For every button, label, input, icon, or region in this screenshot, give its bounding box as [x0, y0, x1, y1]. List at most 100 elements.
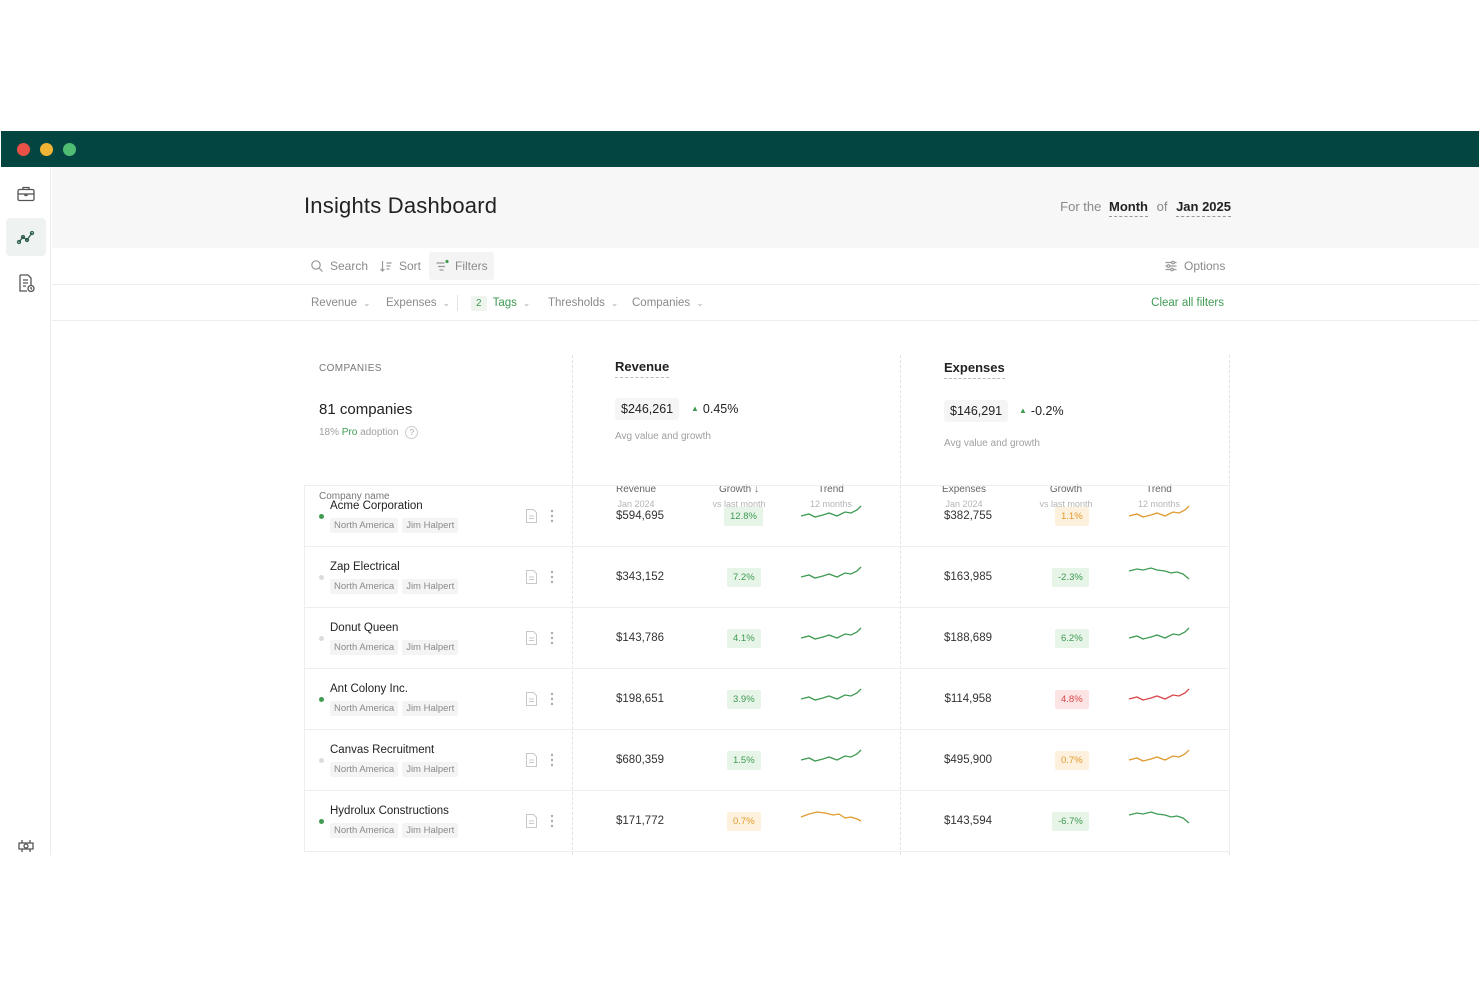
expenses-value: $382,755: [944, 510, 992, 522]
expenses-avg-value: $146,291: [944, 400, 1009, 422]
search-button[interactable]: Search: [310, 248, 368, 284]
trend-sparkline: [800, 811, 862, 822]
expenses-growth-badge: 6.2%: [1055, 629, 1089, 648]
more-vertical-icon[interactable]: [550, 752, 554, 768]
sparkline-path: [800, 505, 862, 518]
expenses-growth-badge: 1.1%: [1055, 507, 1089, 526]
help-icon[interactable]: ?: [405, 426, 419, 439]
sparkline-path: [1128, 505, 1190, 518]
revenue-growth-badge: 12.8%: [724, 507, 763, 526]
insights-table: COMPANIES 81 companies 18% Pro adoption …: [304, 321, 1230, 855]
document-icon[interactable]: [525, 813, 538, 829]
adoption-suffix: adoption: [360, 427, 399, 438]
revenue-value: $343,152: [616, 571, 664, 583]
more-vertical-icon[interactable]: [550, 691, 554, 707]
sparkline-path: [1128, 811, 1190, 824]
minimize-window-button[interactable]: [40, 143, 53, 156]
sidebar-item-settings[interactable]: [6, 835, 46, 855]
maximize-window-button[interactable]: [63, 143, 76, 156]
trend-sparkline: [1128, 505, 1190, 518]
expenses-section-title[interactable]: Expenses: [944, 360, 1005, 379]
tags-count-badge: 2: [471, 295, 487, 311]
sidebar-item-insights[interactable]: [6, 218, 46, 256]
status-dot: [319, 697, 324, 702]
revenue-value: $594,695: [616, 510, 664, 522]
document-icon[interactable]: [525, 569, 538, 585]
filter-thresholds-label: Thresholds: [548, 297, 605, 309]
owner-tag: Jim Halpert: [402, 640, 459, 655]
expenses-value: $188,689: [944, 632, 992, 644]
table-row[interactable]: Ant Colony Inc. North America Jim Halpert $…: [304, 669, 1230, 730]
table-row[interactable]: Donut Queen North America Jim Halpert $143,…: [304, 608, 1230, 669]
document-icon[interactable]: [525, 752, 538, 768]
company-name[interactable]: Hydrolux Constructions: [330, 805, 449, 817]
company-name[interactable]: Zap Electrical: [330, 561, 400, 573]
filter-companies-label: Companies: [632, 297, 691, 309]
company-name[interactable]: Acme Corporation: [330, 500, 423, 512]
document-icon[interactable]: [525, 630, 538, 646]
adoption-plan: Pro: [341, 427, 358, 438]
sort-icon: [380, 261, 392, 272]
more-vertical-icon[interactable]: [550, 569, 554, 585]
expenses-growth-badge: 0.7%: [1055, 751, 1089, 770]
revenue-section-title[interactable]: Revenue: [615, 359, 670, 378]
search-label: Search: [330, 259, 369, 273]
period-unit-dropdown[interactable]: Month: [1108, 199, 1148, 217]
clear-filters-link[interactable]: Clear all filters: [1151, 285, 1224, 321]
sidebar-item-reports[interactable]: [6, 264, 46, 302]
expenses-value: $495,900: [944, 754, 992, 766]
company-name[interactable]: Canvas Recruitment: [330, 744, 434, 756]
table-row[interactable]: Canvas Recruitment North America Jim Halpe…: [304, 730, 1230, 791]
more-vertical-icon[interactable]: [550, 508, 554, 524]
page-title: Insights Dashboard: [304, 193, 498, 218]
close-window-button[interactable]: [17, 143, 30, 156]
filter-expenses[interactable]: Expenses ⌄: [386, 285, 450, 321]
company-tags: North America Jim Halpert: [330, 823, 459, 838]
expenses-value: $163,985: [944, 571, 992, 583]
sliders-icon: [1165, 260, 1177, 272]
sparkline-path: [1128, 749, 1190, 762]
title-bar: [1, 131, 1479, 167]
status-dot: [319, 819, 324, 824]
table-row[interactable]: Zap Electrical North America Jim Halpert $3…: [304, 547, 1230, 608]
options-button[interactable]: Options: [1164, 248, 1225, 284]
more-vertical-icon[interactable]: [550, 813, 554, 829]
trend-sparkline: [1128, 749, 1190, 762]
adoption-percent: 18%: [319, 427, 340, 438]
filter-bar: Revenue ⌄ Expenses ⌄ 2 Tags ⌄ Thresholds ⌄ C…: [52, 285, 1479, 321]
expenses-growth-badge: 4.8%: [1055, 690, 1089, 709]
revenue-avg-growth: ▲ 0.45%: [689, 398, 740, 420]
trend-up-icon: ▲: [691, 404, 699, 413]
document-icon[interactable]: [525, 691, 538, 707]
owner-tag: Jim Halpert: [402, 518, 459, 533]
company-name[interactable]: Donut Queen: [330, 622, 398, 634]
sidebar-item-portfolio[interactable]: [6, 175, 46, 213]
filter-revenue[interactable]: Revenue ⌄: [311, 285, 371, 321]
table-row[interactable]: Hydrolux Constructions North America Jim H…: [304, 791, 1230, 852]
filters-button[interactable]: Filters: [429, 252, 494, 280]
company-name[interactable]: Ant Colony Inc.: [330, 683, 408, 695]
region-tag: North America: [330, 823, 399, 838]
table-row[interactable]: Acme Corporation North America Jim Halpert…: [304, 486, 1230, 547]
trend-sparkline: [800, 627, 862, 640]
sort-label: Sort: [399, 259, 422, 273]
sort-button[interactable]: Sort: [379, 248, 421, 284]
document-icon[interactable]: [525, 508, 538, 524]
revenue-growth-badge: 4.1%: [727, 629, 761, 648]
status-dot: [319, 514, 324, 519]
company-tags: North America Jim Halpert: [330, 518, 459, 533]
filter-companies[interactable]: Companies ⌄: [632, 285, 704, 321]
expenses-value: $114,958: [944, 693, 992, 705]
period-value-dropdown[interactable]: Jan 2025: [1176, 199, 1231, 217]
options-label: Options: [1184, 259, 1226, 273]
expenses-growth-badge: -2.3%: [1052, 568, 1089, 587]
filter-revenue-label: Revenue: [311, 297, 358, 309]
more-vertical-icon[interactable]: [550, 630, 554, 646]
filter-tags[interactable]: 2 Tags ⌄: [471, 285, 530, 321]
filter-thresholds[interactable]: Thresholds ⌄: [548, 285, 618, 321]
expenses-caption: Avg value and growth: [944, 438, 1040, 449]
expenses-avg-growth: ▲ -0.2%: [1017, 400, 1066, 422]
region-tag: North America: [330, 579, 399, 594]
filter-expenses-label: Expenses: [386, 297, 437, 309]
revenue-growth-badge: 7.2%: [727, 568, 761, 587]
